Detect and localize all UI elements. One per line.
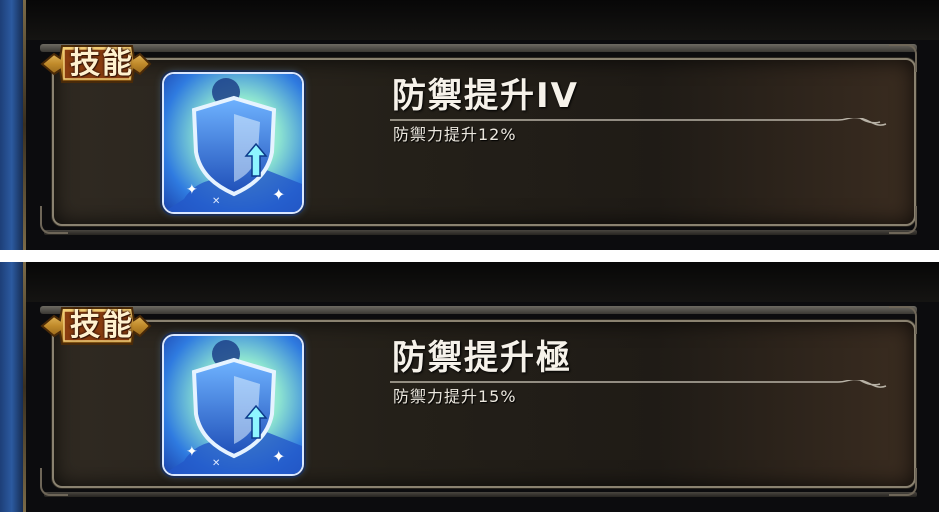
shield-up-icon[interactable]: ✦ ✦ ✕ [162, 72, 304, 214]
svg-text:✦: ✦ [186, 182, 198, 198]
frame-corner-ornament [40, 206, 68, 234]
frame-top-rail [40, 44, 917, 52]
frame-bottom-rail [44, 230, 917, 235]
skill-panel-1: 技能 ✦ ✦ ✕ 防禦提升IV 防禦力提升12% [0, 0, 939, 250]
skill-description: 防禦力提升15% [393, 387, 517, 406]
svg-text:✕: ✕ [212, 196, 220, 207]
left-edge-decoration [0, 0, 26, 250]
svg-text:✦: ✦ [272, 185, 285, 204]
frame-top-rail [40, 306, 917, 314]
panel-separator [0, 250, 939, 262]
skill-panel-2: 技能 ✦ ✦ ✕ 防禦提升極 防禦力提升15% [0, 262, 939, 512]
top-dark-band [26, 0, 939, 40]
frame-corner-ornament [889, 44, 917, 72]
left-edge-decoration [0, 262, 26, 512]
frame-bottom-rail [44, 492, 917, 497]
svg-text:✕: ✕ [212, 458, 220, 469]
skill-name: 防禦提升IV [392, 76, 579, 116]
frame-corner-ornament [40, 468, 68, 496]
frame-corner-ornament [889, 306, 917, 334]
top-dark-band [26, 262, 939, 302]
frame-corner-ornament [889, 206, 917, 234]
svg-text:✦: ✦ [186, 444, 198, 460]
skill-badge: 技能 [40, 302, 152, 350]
shield-up-icon[interactable]: ✦ ✦ ✕ [162, 334, 304, 476]
frame-corner-ornament [889, 468, 917, 496]
skill-badge: 技能 [40, 40, 152, 88]
badge-label: 技能 [70, 308, 134, 343]
skill-description: 防禦力提升12% [393, 125, 517, 144]
skill-name: 防禦提升極 [392, 338, 572, 378]
badge-label: 技能 [70, 46, 134, 81]
svg-text:✦: ✦ [272, 447, 285, 466]
